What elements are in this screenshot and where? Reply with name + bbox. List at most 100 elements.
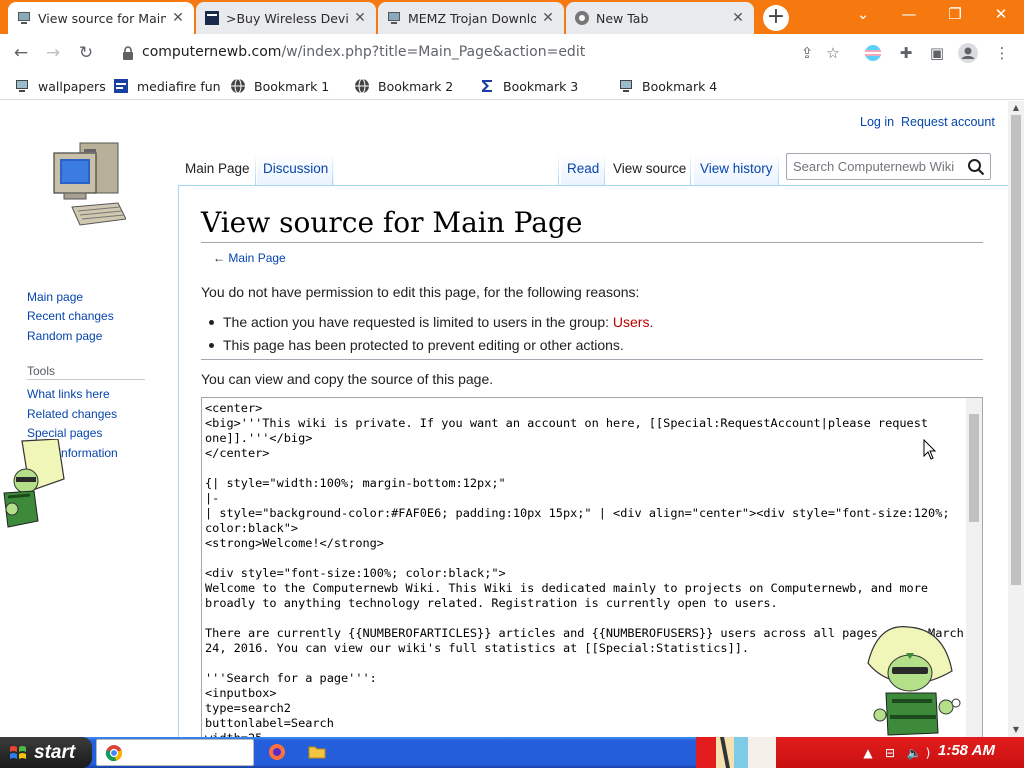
network-icon[interactable]: ⊟ [882, 745, 898, 761]
lock-icon[interactable] [120, 45, 136, 61]
bookmark-star-icon[interactable]: ☆ [822, 42, 844, 64]
bookmark-item[interactable]: Bookmark 2 [354, 76, 453, 96]
tab-title: MEMZ Trojan Downlo [408, 10, 536, 26]
bookmark-item[interactable]: mediafire fun [113, 76, 221, 96]
start-button[interactable]: start [0, 737, 92, 768]
login-link[interactable]: Log in [860, 115, 894, 129]
tab-view-history[interactable]: View history [694, 153, 779, 185]
wallpaper-peek [696, 737, 776, 768]
forward-icon[interactable]: → [41, 41, 65, 65]
pride-flag-extension-icon[interactable] [864, 44, 882, 62]
computer-favicon [388, 12, 400, 24]
tab-separator [558, 153, 559, 185]
sidebar-item-related-changes[interactable]: Related changes [27, 407, 117, 421]
extensions-puzzle-icon[interactable]: ✚ [895, 42, 917, 64]
computer-favicon [18, 12, 30, 24]
source-scroll-thumb[interactable] [969, 414, 979, 522]
url-host: computernewb.com [142, 44, 282, 60]
page-viewport: Log in Request account Main page Recent … [0, 101, 1008, 737]
users-group-link[interactable]: Users [613, 314, 650, 330]
close-window-icon[interactable]: ✕ [978, 0, 1024, 30]
folder-icon[interactable] [308, 743, 326, 761]
close-tab-icon[interactable]: ✕ [730, 10, 746, 26]
close-tab-icon[interactable]: ✕ [170, 10, 186, 26]
minimize-icon[interactable]: — [886, 0, 932, 30]
mediafire-icon [114, 79, 128, 93]
bullet [209, 343, 214, 348]
tab-title: View source for Main [38, 10, 166, 26]
sidebar-item-random-page[interactable]: Random page [27, 329, 102, 343]
bookmark-label: wallpapers [38, 78, 106, 94]
menu-kebab-icon[interactable]: ⋮ [991, 42, 1013, 64]
bookmark-item[interactable]: wallpapers [14, 76, 106, 96]
page-scrollbar[interactable]: ▲ ▼ [1008, 101, 1024, 737]
title-divider [201, 242, 983, 243]
new-tab-button[interactable]: + [763, 5, 789, 31]
close-tab-icon[interactable]: ✕ [352, 10, 368, 26]
tab-view-source[interactable]: View source for Main ✕ [8, 2, 194, 34]
share-icon[interactable]: ⇪ [796, 42, 818, 64]
wikitext-source[interactable]: <center> <big>'''This wiki is private. I… [205, 401, 965, 737]
bookmark-item[interactable]: Bookmark 4 [618, 76, 717, 96]
content-divider [201, 359, 983, 360]
site-favicon [205, 11, 219, 25]
tab-separator [255, 153, 256, 185]
taskbar-clock: 1:58 AM [938, 742, 995, 759]
sidebar-item-recent-changes[interactable]: Recent changes [27, 309, 114, 323]
sidebar-divider [27, 379, 145, 380]
back-arrow: ← [213, 251, 225, 265]
tab-discussion[interactable]: Discussion [257, 153, 335, 185]
url-text[interactable]: computernewb.com/w/index.php?title=Main_… [142, 44, 585, 60]
scroll-down-icon[interactable]: ▼ [1008, 723, 1024, 737]
tab-separator [778, 153, 779, 185]
sidebar-item-special-pages[interactable]: Special pages [27, 426, 102, 440]
firefox-icon[interactable] [268, 743, 286, 761]
search-placeholder: Search Computernewb Wiki [793, 159, 955, 174]
sidebar-item-what-links-here[interactable]: What links here [27, 387, 110, 401]
bookmark-label: Bookmark 2 [378, 78, 454, 94]
request-account-link[interactable]: Request account [901, 115, 995, 129]
sidebar-item-main-page[interactable]: Main page [27, 290, 83, 304]
tab-read[interactable]: Read [561, 153, 606, 185]
profile-avatar-icon[interactable] [958, 43, 978, 63]
back-icon[interactable]: ← [9, 41, 33, 65]
reload-icon[interactable]: ↻ [74, 41, 98, 65]
back-link-label: Main Page [228, 251, 286, 265]
wiki-logo-computer[interactable] [50, 141, 126, 227]
taskbar-chrome-window[interactable] [96, 739, 254, 766]
tab-new-tab[interactable]: New Tab ✕ [566, 2, 754, 34]
reason-restricted: The action you have requested is limited… [223, 314, 653, 330]
side-panel-icon[interactable]: ▣ [926, 42, 948, 64]
tab-title: >Buy Wireless Device [226, 10, 348, 26]
sigma-icon [482, 80, 492, 92]
computer-icon [620, 80, 632, 92]
show-hidden-icons-icon[interactable]: ▲ [860, 745, 876, 761]
wiki-search-input[interactable]: Search Computernewb Wiki [786, 153, 991, 180]
computer-icon [16, 80, 28, 92]
close-tab-icon[interactable]: ✕ [540, 10, 556, 26]
chrome-favicon [575, 11, 589, 25]
tab-separator [690, 153, 691, 185]
back-to-main-page[interactable]: ← Main Page [213, 251, 286, 265]
bookmark-item[interactable]: Bookmark 3 [479, 76, 578, 96]
peridot-character-right [867, 626, 961, 736]
permission-text: You do not have permission to edit this … [201, 284, 640, 300]
tab-main-page[interactable]: Main Page [179, 153, 256, 185]
bookmark-item[interactable]: Bookmark 1 [230, 76, 329, 96]
tab-memz[interactable]: MEMZ Trojan Downlo ✕ [378, 2, 564, 34]
source-scrollbar[interactable] [966, 398, 982, 737]
mouse-pointer-icon [923, 439, 937, 460]
taskbar: start ▲ ⊟ 🔈 ) 1:58 AM [0, 737, 1024, 768]
restore-icon[interactable]: ❐ [932, 0, 978, 30]
bullet [209, 320, 214, 325]
input-method-icon[interactable]: ) [920, 745, 936, 761]
tab-title: New Tab [596, 10, 649, 26]
scroll-up-icon[interactable]: ▲ [1008, 101, 1024, 115]
tab-buy-wireless[interactable]: >Buy Wireless Device ✕ [196, 2, 376, 34]
page-scroll-thumb[interactable] [1011, 115, 1021, 585]
search-icon[interactable] [967, 158, 985, 176]
tab-view-source[interactable]: View source [607, 153, 693, 185]
tab-search-icon[interactable]: ⌄ [840, 0, 886, 30]
bookmark-label: Bookmark 3 [503, 78, 579, 94]
address-bar[interactable]: computernewb.com/w/index.php?title=Main_… [108, 38, 890, 68]
